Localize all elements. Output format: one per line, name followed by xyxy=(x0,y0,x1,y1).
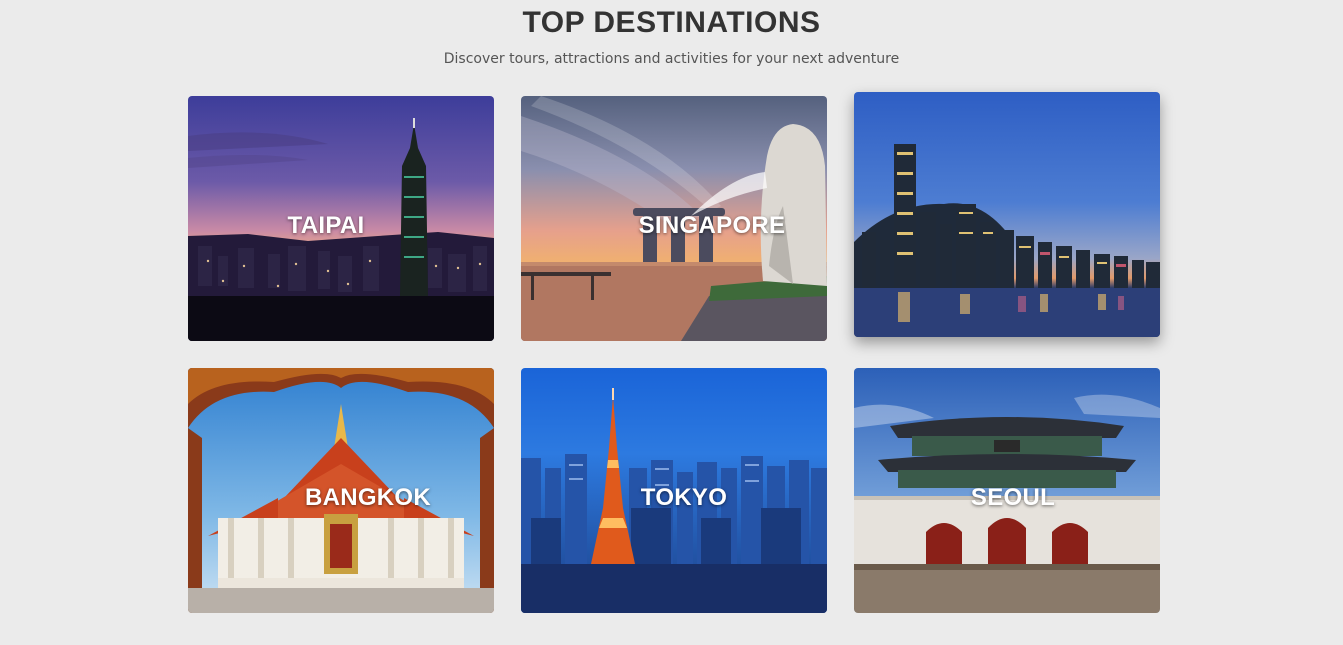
card-label: TOKYO xyxy=(640,484,728,511)
destination-card-hongkong[interactable] xyxy=(854,92,1160,337)
destination-card-tokyo[interactable]: TOKYO xyxy=(521,368,827,613)
card-label: TAIPAI xyxy=(287,212,365,239)
destination-card-seoul[interactable]: SEOUL xyxy=(854,368,1160,613)
destination-card-taipai[interactable]: TAIPAI xyxy=(188,96,494,341)
destination-card-bangkok[interactable]: BANGKOK xyxy=(188,368,494,613)
card-label: BANGKOK xyxy=(304,484,432,511)
section-title: TOP DESTINATIONS xyxy=(522,6,821,39)
section-subtitle: Discover tours, attractions and activiti… xyxy=(443,51,900,67)
card-label: SINGAPORE xyxy=(638,212,786,239)
card-label: SEOUL xyxy=(970,484,1056,511)
destination-card-singapore[interactable]: SINGAPORE xyxy=(521,96,827,341)
hong-kong-image xyxy=(854,92,1160,337)
top-destinations-section: TOP DESTINATIONS Discover tours, attract… xyxy=(0,0,1343,645)
